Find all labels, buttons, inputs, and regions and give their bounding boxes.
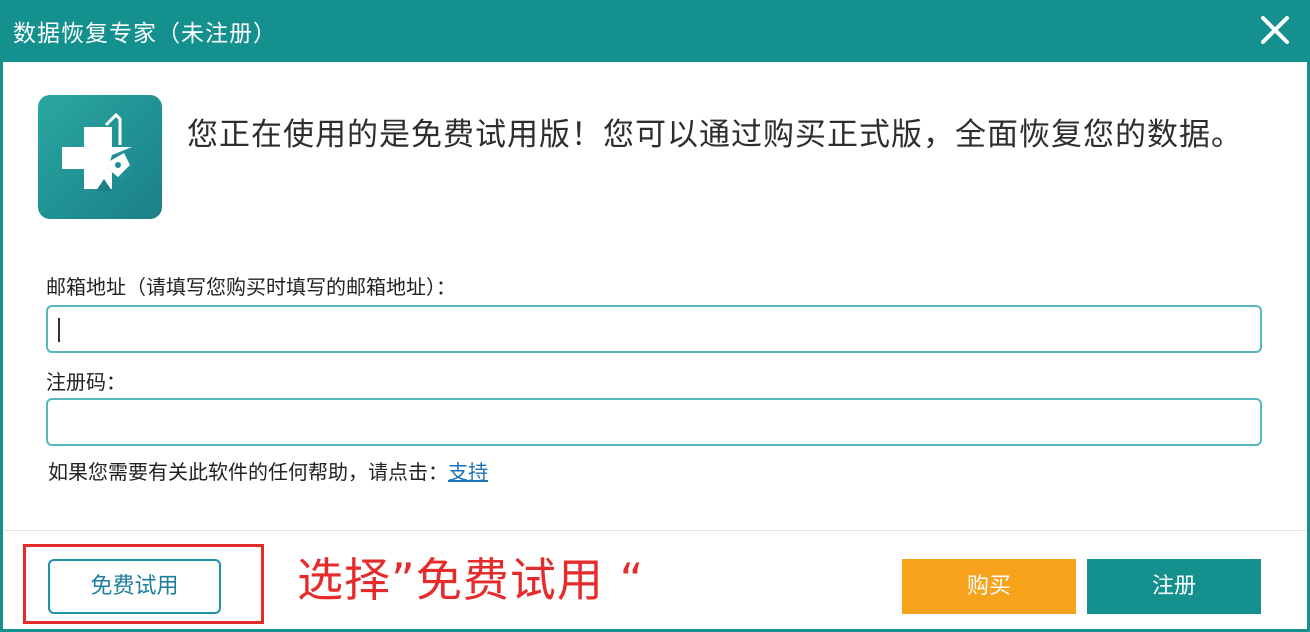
help-text: 如果您需要有关此软件的任何帮助，请点击： xyxy=(48,460,448,484)
text-caret xyxy=(58,318,60,342)
register-button[interactable]: 注册 xyxy=(1087,559,1261,614)
close-button[interactable] xyxy=(1255,10,1295,50)
title-bar: 数据恢复专家（未注册） xyxy=(3,0,1307,62)
annotation-text: 选择”免费试用 “ xyxy=(297,553,645,607)
registration-code-input[interactable] xyxy=(46,398,1262,446)
email-label: 邮箱地址（请填写您购买时填写的邮箱地址）： xyxy=(46,275,456,299)
footer-divider xyxy=(3,530,1307,531)
trial-message: 您正在使用的是免费试用版！您可以通过购买正式版，全面恢复您的数据。 xyxy=(187,117,1243,153)
app-logo xyxy=(38,95,162,219)
window-title: 数据恢复专家（未注册） xyxy=(13,21,277,47)
medical-cross-repair-icon xyxy=(62,112,132,191)
registration-code-label: 注册码： xyxy=(46,370,126,394)
support-link[interactable]: 支持 xyxy=(448,460,488,484)
email-input[interactable] xyxy=(46,305,1262,353)
annotation-highlight-box xyxy=(23,544,264,624)
help-line: 如果您需要有关此软件的任何帮助，请点击：支持 xyxy=(48,456,488,485)
buy-button[interactable]: 购买 xyxy=(902,559,1076,614)
close-icon xyxy=(1261,16,1289,44)
register-dialog: 数据恢复专家（未注册） 您正在使用的是免费试用版！您可以通过购买正式版，全面恢复… xyxy=(0,0,1310,632)
